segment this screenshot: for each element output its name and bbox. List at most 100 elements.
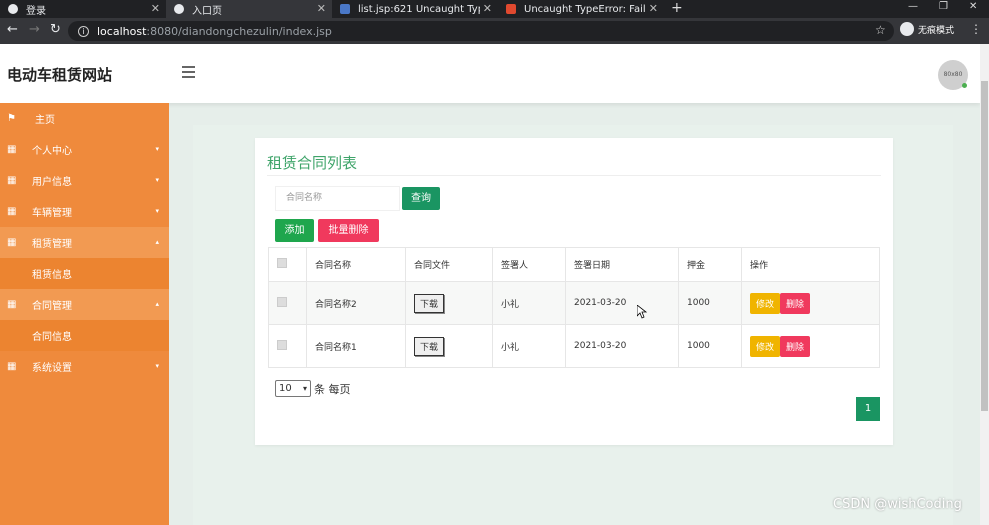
contract-table: 合同名称 合同文件 签署人 签署日期 押金 操作 合同名称2 下载 小礼 202… [268, 247, 880, 368]
batch-delete-button[interactable]: 批量删除 [318, 219, 379, 242]
edit-button[interactable]: 修改 [750, 335, 781, 357]
column-header: 操作 [741, 247, 880, 282]
globe-icon [174, 4, 184, 14]
page-size-select[interactable]: 10 ▾ [275, 380, 311, 397]
sidebar-item-label: 车辆管理 [32, 208, 72, 219]
select-all-checkbox[interactable] [277, 258, 287, 268]
sidebar-item-home[interactable]: ⚑ 主页 [0, 103, 169, 134]
app-header: 电动车租赁网站 80x80 [0, 44, 980, 103]
select-all-cell [268, 247, 307, 282]
grid-icon: ▦ [7, 175, 17, 186]
cell-sign-date: 2021-03-20 [565, 324, 679, 368]
incognito-icon [900, 22, 914, 36]
menu-kebab-icon[interactable]: ⋮ [970, 22, 982, 36]
url-host: localhost [97, 24, 147, 38]
grid-icon: ▦ [7, 299, 17, 310]
row-checkbox[interactable] [277, 339, 287, 350]
browser-tab-entry[interactable]: 入口页 ✕ [166, 0, 332, 18]
edit-button[interactable]: 修改 [750, 292, 781, 314]
chevron-down-icon: ▾ [155, 362, 159, 370]
table-header-row: 合同名称 合同文件 签署人 签署日期 押金 操作 [268, 247, 880, 282]
close-icon[interactable]: ✕ [151, 2, 160, 15]
row-checkbox[interactable] [277, 296, 287, 307]
page-scrollbar[interactable] [980, 44, 989, 525]
close-icon[interactable]: ✕ [317, 2, 326, 15]
page-size-suffix: 条 每页 [314, 382, 351, 396]
download-button[interactable]: 下载 [414, 336, 445, 356]
browser-tab-type-error[interactable]: Uncaught TypeError: Failed to... ✕ [498, 0, 664, 18]
cell-deposit: 1000 [678, 281, 742, 325]
sidebar-item-rental-management[interactable]: ▦ 租赁管理 ▴ [0, 227, 169, 258]
reload-icon[interactable]: ↻ [50, 22, 61, 38]
back-icon[interactable]: ← [7, 22, 18, 38]
script-icon [340, 4, 350, 14]
contract-name-search-input[interactable]: 合同名称 [275, 186, 400, 211]
grid-icon: ▦ [7, 237, 17, 248]
minimize-icon[interactable]: — [908, 0, 918, 14]
incognito-label: 无痕模式 [918, 25, 955, 36]
cell-actions: 修改 删除 [741, 324, 880, 368]
bookmark-star-icon[interactable]: ☆ [875, 23, 886, 37]
chevron-up-icon: ▴ [155, 238, 159, 246]
hamburger-menu-icon[interactable] [182, 66, 195, 81]
globe-icon [8, 4, 18, 14]
sidebar-item-label: 租赁信息 [32, 270, 72, 281]
scrollbar-thumb[interactable] [981, 81, 988, 411]
new-tab-button[interactable]: + [671, 0, 683, 16]
column-header: 合同文件 [405, 247, 493, 282]
column-header: 合同名称 [306, 247, 406, 282]
pagination-page-1[interactable]: 1 [856, 397, 880, 421]
tab-title: 入口页 [192, 5, 222, 17]
sidebar-item-vehicle-management[interactable]: ▦ 车辆管理 ▾ [0, 196, 169, 227]
close-icon[interactable]: ✕ [649, 2, 658, 15]
csdn-icon [506, 4, 516, 14]
chevron-down-icon: ▾ [155, 176, 159, 184]
sidebar-subitem-rental-info[interactable]: 租赁信息 [0, 258, 169, 289]
site-brand: 电动车租赁网站 [7, 66, 113, 84]
online-status-dot [962, 83, 967, 88]
browser-tab-list-error[interactable]: list.jsp:621 Uncaught TypeError ✕ [332, 0, 498, 18]
address-bar[interactable]: i localhost :8080/diandongchezulin/index… [68, 21, 894, 41]
restore-icon[interactable]: ❐ [939, 0, 948, 14]
table-row: 合同名称1 下载 小礼 2021-03-20 1000 修改 删除 [268, 324, 880, 368]
sidebar-item-contract-management[interactable]: ▦ 合同管理 ▴ [0, 289, 169, 320]
sidebar-item-label: 主页 [35, 115, 55, 126]
sidebar-item-label: 合同管理 [32, 301, 72, 312]
grid-icon: ▦ [7, 206, 17, 217]
info-icon[interactable]: i [78, 25, 89, 37]
tab-title: 登录 [26, 5, 46, 17]
sidebar-item-label: 用户信息 [32, 177, 72, 188]
browser-tab-bar: 登录 ✕ 入口页 ✕ list.jsp:621 Uncaught TypeErr… [0, 0, 989, 18]
page-size-control: 10 ▾ 条 每页 [275, 380, 351, 397]
sidebar-item-personal-center[interactable]: ▦ 个人中心 ▾ [0, 134, 169, 165]
delete-button[interactable]: 删除 [780, 292, 811, 314]
query-button[interactable]: 查询 [402, 187, 440, 210]
avatar[interactable]: 80x80 [938, 60, 968, 90]
cell-deposit: 1000 [678, 324, 742, 368]
sidebar-item-system-settings[interactable]: ▦ 系统设置 ▾ [0, 351, 169, 382]
download-button[interactable]: 下载 [414, 293, 445, 313]
close-icon[interactable]: ✕ [483, 2, 492, 15]
add-button[interactable]: 添加 [275, 219, 314, 242]
contract-list-card: 租赁合同列表 合同名称 查询 添加 批量删除 合同名称 合同文件 签署人 签署日… [255, 138, 893, 445]
forward-icon[interactable]: → [29, 22, 40, 38]
grid-icon: ▦ [7, 144, 17, 155]
cell-contract-name: 合同名称1 [306, 324, 406, 368]
page-title: 租赁合同列表 [267, 154, 358, 172]
incognito-indicator[interactable]: 无痕模式 [900, 22, 954, 36]
chevron-up-icon: ▴ [155, 300, 159, 308]
sidebar-item-label: 租赁管理 [32, 239, 72, 250]
mouse-cursor-icon [637, 305, 647, 319]
cell-contract-name: 合同名称2 [306, 281, 406, 325]
chevron-down-icon: ▾ [155, 207, 159, 215]
sidebar-item-user-info[interactable]: ▦ 用户信息 ▾ [0, 165, 169, 196]
delete-button[interactable]: 删除 [780, 335, 811, 357]
browser-tab-login[interactable]: 登录 ✕ [0, 0, 166, 18]
csdn-watermark: CSDN @wishCoding [833, 497, 962, 512]
sidebar-subitem-contract-info[interactable]: 合同信息 [0, 320, 169, 351]
cell-sign-date: 2021-03-20 [565, 281, 679, 325]
page-size-value: 10 [279, 383, 292, 394]
window-close-icon[interactable]: ✕ [969, 0, 977, 14]
cell-contract-file: 下载 [405, 324, 493, 368]
browser-toolbar: ← → ↻ i localhost :8080/diandongchezulin… [0, 18, 989, 44]
